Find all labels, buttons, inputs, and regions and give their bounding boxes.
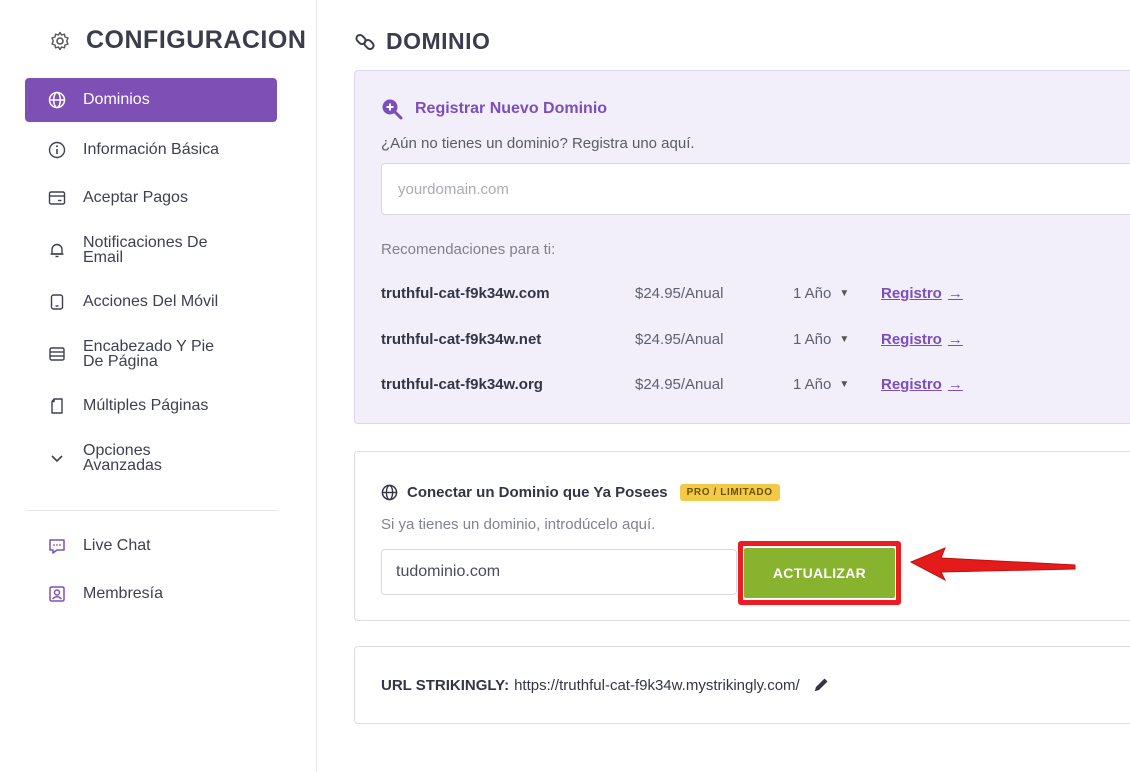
red-arrow-annotation: [909, 547, 1076, 582]
register-link-label: Registro: [881, 285, 942, 302]
pencil-icon[interactable]: [812, 676, 830, 694]
strikingly-url-row: URL STRIKINGLY: https://truthful-cat-f9k…: [381, 676, 830, 694]
sidebar-item-notificaciones-email[interactable]: Notificaciones De Email: [25, 222, 277, 278]
sidebar-item-label: Notificaciones De: [83, 234, 208, 251]
header-footer-icon: [47, 344, 67, 364]
sidebar-item-label: Encabezado Y Pie: [83, 338, 215, 355]
arrow-right-icon: →: [947, 331, 963, 348]
sidebar-item-label: Acciones Del Móvil: [83, 293, 219, 310]
sidebar-item-label: De Página: [83, 353, 158, 370]
period-select[interactable]: 1 Año ▼: [793, 285, 881, 302]
period-select-value: 1 Año: [793, 285, 832, 302]
bell-icon: [47, 240, 67, 260]
register-domain-card: Registrar Nuevo Dominio ¿Aún no tienes u…: [354, 70, 1130, 424]
sidebar-item-label: Información Básica: [83, 141, 220, 158]
register-link-label: Registro: [881, 331, 942, 348]
sidebar-divider: [25, 510, 279, 511]
sidebar-nav: Dominios Información Básica Aceptar Pago…: [25, 78, 277, 486]
settings-title-text: CONFIGURACION: [86, 26, 307, 54]
sidebar-item-label: Email: [83, 249, 124, 266]
recommendation-row: truthful-cat-f9k34w.org $24.95/Anual 1 A…: [381, 376, 963, 393]
register-link[interactable]: Registro →: [881, 331, 963, 348]
recommendation-price: $24.95/Anual: [635, 376, 724, 393]
register-subtitle: ¿Aún no tienes un dominio? Registra uno …: [381, 135, 695, 152]
sidebar-item-label: Dominios: [83, 91, 150, 108]
settings-title: CONFIGURACION: [50, 26, 306, 55]
update-button[interactable]: ACTUALIZAR: [744, 548, 895, 598]
pages-icon: [47, 396, 67, 416]
sidebar-item-opciones-avanzadas[interactable]: Opciones Avanzadas: [25, 430, 277, 486]
chevron-down-icon: [47, 448, 67, 468]
connect-subtitle: Si ya tienes un dominio, introdúcelo aqu…: [381, 516, 656, 533]
arrow-right-icon: →: [947, 376, 963, 393]
recommendation-price: $24.95/Anual: [635, 331, 724, 348]
sidebar-item-membresia[interactable]: Membresía: [25, 570, 277, 618]
sidebar-item-acciones-movil[interactable]: Acciones Del Móvil: [25, 278, 277, 326]
register-heading-text: Registrar Nuevo Dominio: [415, 100, 608, 117]
sidebar-item-dominios[interactable]: Dominios: [25, 78, 277, 122]
caret-down-icon: ▼: [839, 379, 850, 390]
sidebar-item-multiples-paginas[interactable]: Múltiples Páginas: [25, 382, 277, 430]
recommendations-label: Recomendaciones para ti:: [381, 241, 556, 258]
connect-domain-card: Conectar un Dominio que Ya Posees PRO / …: [354, 451, 1130, 621]
sidebar-item-live-chat[interactable]: Live Chat: [25, 522, 277, 570]
url-value: https://truthful-cat-f9k34w.mystrikingly…: [514, 676, 800, 694]
period-select[interactable]: 1 Año ▼: [793, 331, 881, 348]
period-select-value: 1 Año: [793, 376, 832, 393]
recommendation-domain: truthful-cat-f9k34w.net: [381, 331, 542, 348]
info-icon: [47, 140, 67, 160]
url-label: URL STRIKINGLY:: [381, 676, 510, 694]
connect-domain-input[interactable]: tudominio.com: [381, 549, 737, 595]
globe-icon: [47, 90, 67, 110]
period-select[interactable]: 1 Año ▼: [793, 376, 881, 393]
sidebar-item-label: Opciones: [83, 442, 151, 459]
recommendation-domain: truthful-cat-f9k34w.org: [381, 376, 543, 393]
period-select-value: 1 Año: [793, 331, 832, 348]
gear-icon: [50, 30, 72, 52]
sidebar-item-label: Live Chat: [83, 537, 151, 554]
mobile-icon: [47, 292, 67, 312]
register-heading: Registrar Nuevo Dominio: [381, 98, 607, 120]
sidebar-item-label: Avanzadas: [83, 457, 162, 474]
link-icon: [354, 31, 376, 53]
pro-badge: PRO / LIMITADO: [679, 483, 780, 501]
credit-card-icon: [47, 188, 67, 208]
page-title: DOMINIO: [354, 28, 490, 55]
sidebar-item-label: Membresía: [83, 585, 164, 602]
connect-heading: Conectar un Dominio que Ya Posees PRO / …: [381, 483, 780, 501]
sidebar-item-label: Múltiples Páginas: [83, 397, 209, 414]
sidebar-item-aceptar-pagos[interactable]: Aceptar Pagos: [25, 174, 277, 222]
sidebar-item-informacion-basica[interactable]: Información Básica: [25, 126, 277, 174]
sidebar-item-label: Aceptar Pagos: [83, 189, 188, 206]
chat-icon: [47, 536, 67, 556]
register-link[interactable]: Registro →: [881, 285, 963, 302]
arrow-right-icon: →: [947, 285, 963, 302]
register-link-label: Registro: [881, 376, 942, 393]
member-icon: [47, 584, 67, 604]
sidebar-item-encabezado-pie[interactable]: Encabezado Y Pie De Página: [25, 326, 277, 382]
globe-icon: [381, 483, 399, 501]
caret-down-icon: ▼: [839, 288, 850, 299]
recommendation-price: $24.95/Anual: [635, 285, 724, 302]
recommendation-row: truthful-cat-f9k34w.com $24.95/Anual 1 A…: [381, 285, 963, 302]
register-link[interactable]: Registro →: [881, 376, 963, 393]
zoom-in-icon: [381, 98, 403, 120]
caret-down-icon: ▼: [839, 334, 850, 345]
recommendation-domain: truthful-cat-f9k34w.com: [381, 285, 550, 302]
strikingly-url-card: URL STRIKINGLY: https://truthful-cat-f9k…: [354, 646, 1130, 724]
register-domain-input[interactable]: yourdomain.com: [381, 163, 1130, 215]
recommendation-row: truthful-cat-f9k34w.net $24.95/Anual 1 A…: [381, 331, 963, 348]
connect-heading-text: Conectar un Dominio que Ya Posees: [407, 483, 668, 501]
sidebar: CONFIGURACION Dominios Información Básic…: [0, 0, 317, 772]
sidebar-extra-nav: Live Chat Membresía: [25, 522, 277, 618]
page-title-text: DOMINIO: [386, 28, 491, 54]
